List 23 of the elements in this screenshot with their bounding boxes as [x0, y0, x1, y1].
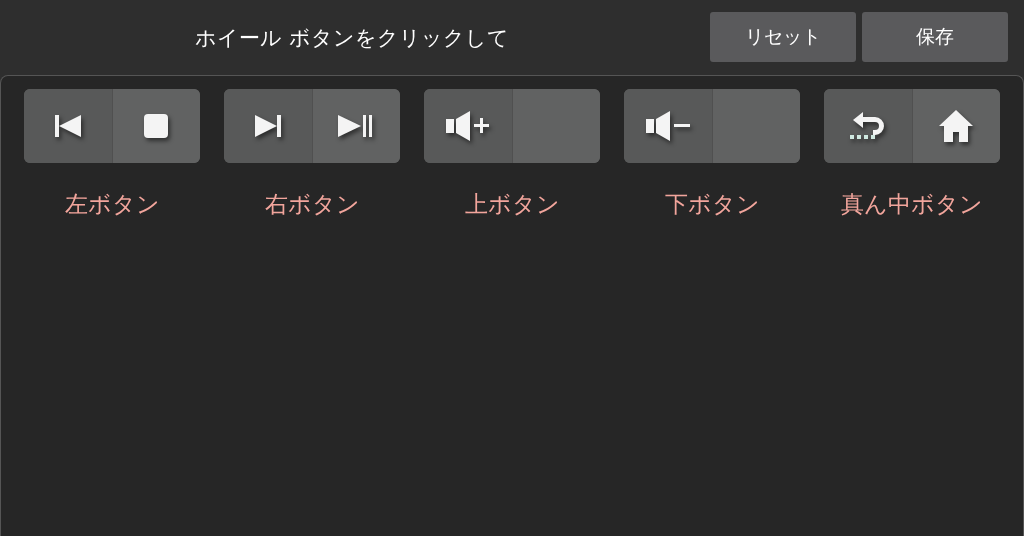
- action-button[interactable]: [224, 89, 312, 163]
- action-button[interactable]: [24, 89, 112, 163]
- button-label: 下ボタン: [664, 190, 760, 219]
- page-title: ホイール ボタンをクリックして: [194, 24, 510, 52]
- button-label: 右ボタン: [264, 190, 360, 219]
- action-button[interactable]: [824, 89, 912, 163]
- button-label: 左ボタン: [64, 190, 160, 219]
- skip-back-icon: [53, 113, 82, 139]
- volume-up-icon: [444, 110, 491, 142]
- button-label: 真ん中ボタン: [841, 190, 983, 219]
- action-button[interactable]: [424, 89, 512, 163]
- action-button[interactable]: [311, 89, 400, 163]
- action-button[interactable]: [911, 89, 1000, 163]
- button-label: 上ボタン: [464, 190, 560, 219]
- save-button[interactable]: 保存: [862, 12, 1008, 62]
- stop-icon: [143, 113, 170, 139]
- home-icon: [938, 109, 975, 143]
- volume-down-icon: [644, 110, 691, 142]
- skip-forward-icon: [253, 113, 282, 139]
- action-button[interactable]: [111, 89, 200, 163]
- reset-button[interactable]: リセット: [710, 12, 856, 62]
- return-arrow-icon: [848, 111, 887, 141]
- action-button[interactable]: [624, 89, 712, 163]
